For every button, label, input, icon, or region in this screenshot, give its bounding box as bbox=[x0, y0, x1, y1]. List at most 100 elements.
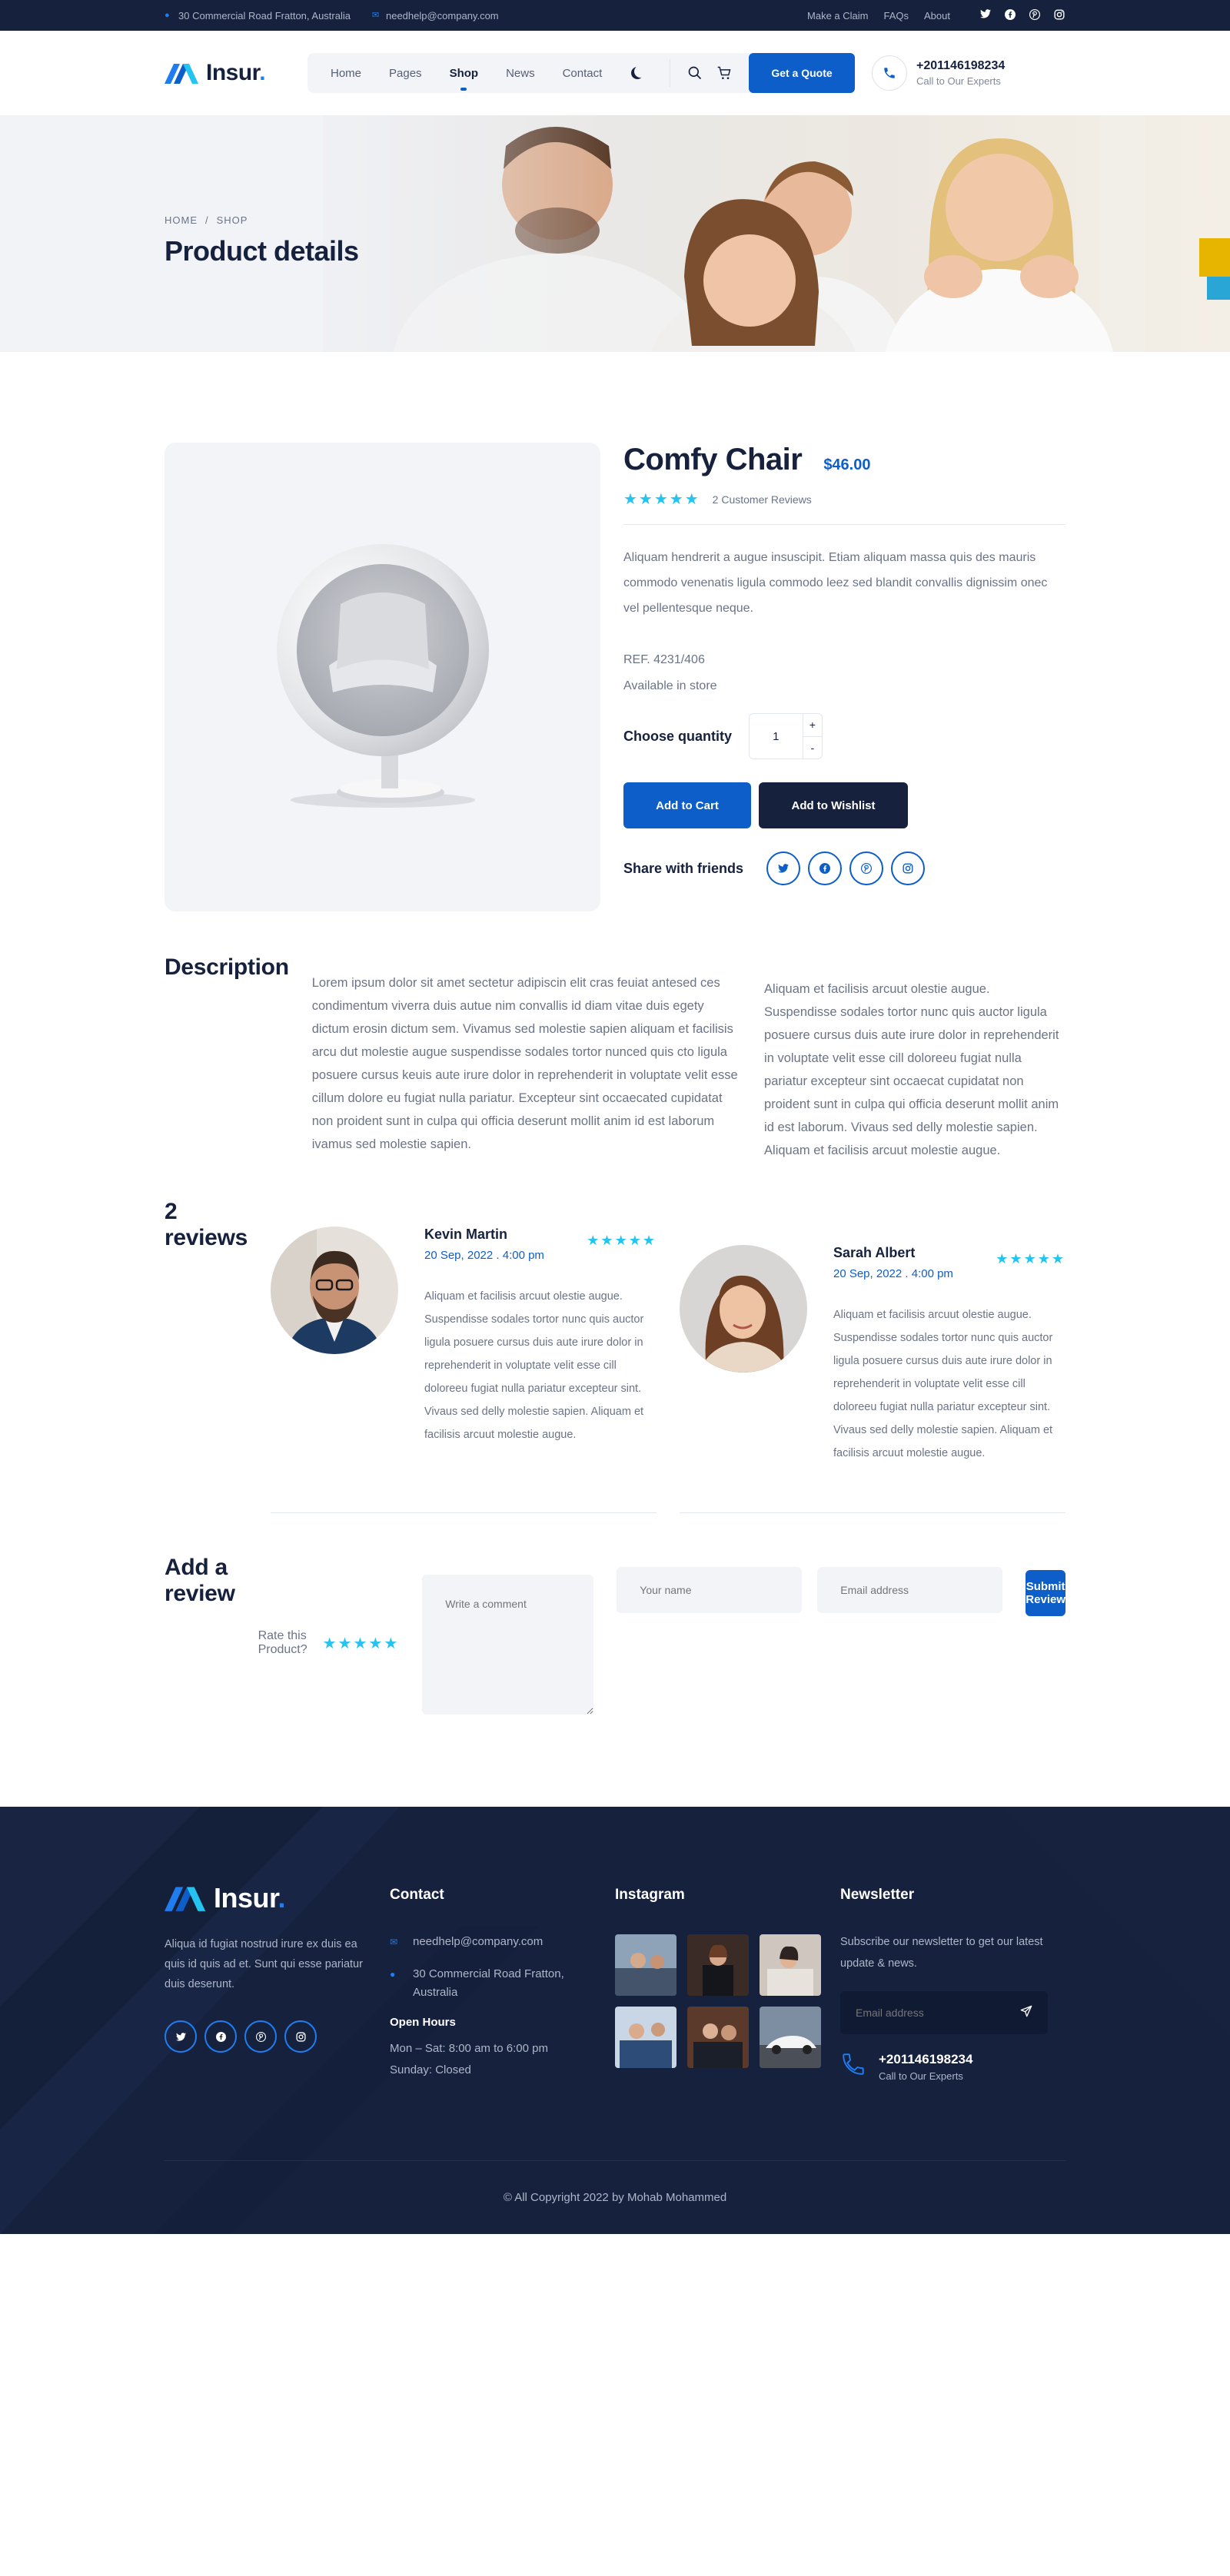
header-phone[interactable]: +201146198234 Call to Our Experts bbox=[872, 55, 1005, 91]
add-to-wishlist-button[interactable]: Add to Wishlist bbox=[759, 782, 908, 828]
topbar-link-claim[interactable]: Make a Claim bbox=[807, 10, 868, 22]
nav-bar: Home Pages Shop News Contact Get a Quote bbox=[308, 53, 855, 93]
footer-phone[interactable]: +201146198234 Call to Our Experts bbox=[840, 2051, 1065, 2083]
footer-phone-number[interactable]: +201146198234 bbox=[879, 2052, 972, 2067]
reviews-title: 2 reviews bbox=[165, 1199, 248, 1250]
newsletter-text: Subscribe our newsletter to get our late… bbox=[840, 1936, 1043, 1970]
dark-mode-moon-icon[interactable] bbox=[634, 65, 647, 78]
cart-icon[interactable] bbox=[716, 65, 732, 81]
search-icon[interactable] bbox=[687, 65, 703, 81]
newsletter-email-input[interactable] bbox=[856, 2007, 1009, 2019]
instagram-photo[interactable] bbox=[760, 2007, 821, 2068]
footer-phone-sub: Call to Our Experts bbox=[879, 2070, 963, 2082]
share-pinterest-icon[interactable] bbox=[849, 851, 884, 885]
topbar-link-faqs[interactable]: FAQs bbox=[884, 10, 909, 22]
instagram-photo[interactable] bbox=[687, 2007, 749, 2068]
reviews-count[interactable]: 2 Customer Reviews bbox=[713, 493, 812, 506]
newsletter-form bbox=[840, 1991, 1048, 2034]
header-phone-number[interactable]: +201146198234 bbox=[916, 59, 1005, 73]
add-to-cart-button[interactable]: Add to Cart bbox=[623, 782, 751, 828]
footer-copyright: © All Copyright 2022 by Mohab Mohammed bbox=[165, 2160, 1065, 2234]
review-stars: ★★★★★ bbox=[996, 1251, 1065, 1266]
envelope-icon: ✉ bbox=[371, 11, 380, 20]
quantity-label: Choose quantity bbox=[623, 728, 733, 744]
footer-address-text: 30 Commercial Road Fratton, Australia bbox=[413, 1967, 564, 1999]
footer-contact-title: Contact bbox=[390, 1887, 444, 1903]
product-title: Comfy Chair bbox=[623, 443, 803, 476]
product-info: Comfy Chair $46.00 ★★★★★ 2 Customer Revi… bbox=[623, 443, 1065, 911]
description-paragraph-2: Aliquam et facilisis arcuut olestie augu… bbox=[764, 982, 1059, 1157]
logo-word: Insur bbox=[206, 60, 260, 85]
pinterest-icon[interactable] bbox=[1029, 8, 1041, 22]
quantity-value[interactable]: 1 bbox=[750, 714, 803, 759]
header-phone-sub: Call to Our Experts bbox=[916, 75, 1001, 87]
reviews-section: 2 reviews Kevin Martin 20 Sep, 2022 . 4: bbox=[165, 1199, 1065, 1513]
instagram-photo[interactable] bbox=[760, 1934, 821, 1996]
instagram-photo[interactable] bbox=[687, 1934, 749, 1996]
footer-instagram-title: Instagram bbox=[615, 1887, 685, 1903]
footer-envelope-icon: ✉ bbox=[390, 1937, 398, 1947]
footer-email[interactable]: ✉ needhelp@company.com bbox=[390, 1933, 615, 1951]
instagram-photo[interactable] bbox=[615, 2007, 676, 2068]
nav-home[interactable]: Home bbox=[331, 67, 361, 80]
topbar-address: ● 30 Commercial Road Fratton, Australia bbox=[165, 10, 351, 22]
logo-mark-icon bbox=[165, 64, 198, 84]
instagram-grid bbox=[615, 1934, 840, 2068]
submit-review-button[interactable]: Submit Review bbox=[1026, 1570, 1065, 1616]
footer-logo[interactable]: Insur. bbox=[165, 1882, 390, 1914]
send-icon[interactable] bbox=[1020, 2005, 1032, 2021]
email-input[interactable] bbox=[817, 1567, 1003, 1613]
instagram-icon[interactable] bbox=[1053, 8, 1065, 22]
footer-open-hours: Open Hours Mon – Sat: 8:00 am to 6:00 pm… bbox=[390, 2016, 615, 2081]
facebook-icon[interactable] bbox=[1004, 8, 1016, 22]
rate-stars-input[interactable]: ★★★★★ bbox=[323, 1634, 400, 1653]
product-availability: Available in store bbox=[623, 679, 717, 692]
twitter-icon[interactable] bbox=[979, 8, 992, 22]
review-date: 20 Sep, 2022 . 4:00 pm bbox=[833, 1267, 953, 1280]
quantity-decrease-button[interactable]: - bbox=[803, 737, 822, 759]
share-twitter-icon[interactable] bbox=[766, 851, 801, 885]
site-logo[interactable]: Insur. bbox=[165, 60, 308, 86]
product-image[interactable] bbox=[165, 443, 600, 911]
quantity-stepper[interactable]: 1 + - bbox=[749, 713, 823, 759]
topbar-address-text: 30 Commercial Road Fratton, Australia bbox=[178, 9, 351, 22]
topbar-link-about[interactable]: About bbox=[924, 10, 950, 22]
review-item: Kevin Martin 20 Sep, 2022 . 4:00 pm Aliq… bbox=[270, 1199, 657, 1513]
site-footer: Insur. Aliqua id fugiat nostrud irure ex… bbox=[0, 1807, 1230, 2234]
reviewer-avatar bbox=[270, 1227, 398, 1354]
topbar-email-text[interactable]: needhelp@company.com bbox=[386, 10, 499, 22]
quantity-row: Choose quantity 1 + - bbox=[623, 713, 1065, 759]
footer-instagram-icon[interactable] bbox=[284, 2020, 317, 2053]
add-review-section: Add a review Rate this Product? ★★★★★ Su… bbox=[165, 1555, 1065, 1807]
breadcrumb-home[interactable]: HOME bbox=[165, 214, 198, 226]
nav-pages[interactable]: Pages bbox=[389, 67, 422, 80]
footer-facebook-icon[interactable] bbox=[204, 2020, 237, 2053]
get-quote-button[interactable]: Get a Quote bbox=[749, 53, 855, 93]
open-hours-title: Open Hours bbox=[390, 2016, 456, 2029]
review-item: Sarah Albert 20 Sep, 2022 . 4:00 pm Aliq… bbox=[679, 1199, 1065, 1513]
main-nav: Home Pages Shop News Contact bbox=[331, 67, 602, 80]
location-pin-icon: ● bbox=[165, 11, 170, 20]
nav-contact[interactable]: Contact bbox=[563, 67, 603, 80]
share-facebook-icon[interactable] bbox=[808, 851, 843, 885]
review-text: Aliquam et facilisis arcuut olestie augu… bbox=[833, 1309, 1053, 1459]
page-hero: HOME / SHOP Product details bbox=[0, 115, 1230, 352]
footer-phone-icon bbox=[840, 2051, 868, 2083]
breadcrumb-current: SHOP bbox=[216, 214, 248, 226]
footer-pinterest-icon[interactable] bbox=[244, 2020, 277, 2053]
product-short-description: Aliquam hendrerit a augue insuscipit. Et… bbox=[623, 551, 1048, 615]
share-instagram-icon[interactable] bbox=[891, 851, 926, 885]
topbar-email[interactable]: ✉ needhelp@company.com bbox=[372, 10, 499, 22]
instagram-photo[interactable] bbox=[615, 1934, 676, 1996]
comment-textarea[interactable] bbox=[422, 1575, 594, 1715]
name-input[interactable] bbox=[617, 1567, 803, 1613]
nav-shop[interactable]: Shop bbox=[450, 67, 479, 80]
add-review-title: Add a review bbox=[165, 1555, 235, 1606]
footer-email-text[interactable]: needhelp@company.com bbox=[413, 1933, 543, 1951]
quantity-increase-button[interactable]: + bbox=[803, 714, 823, 737]
footer-twitter-icon[interactable] bbox=[165, 2020, 197, 2053]
nav-news[interactable]: News bbox=[506, 67, 535, 80]
review-text: Aliquam et facilisis arcuut olestie augu… bbox=[424, 1290, 644, 1441]
footer-logo-dot: . bbox=[278, 1882, 286, 1914]
footer-social bbox=[165, 2020, 390, 2053]
